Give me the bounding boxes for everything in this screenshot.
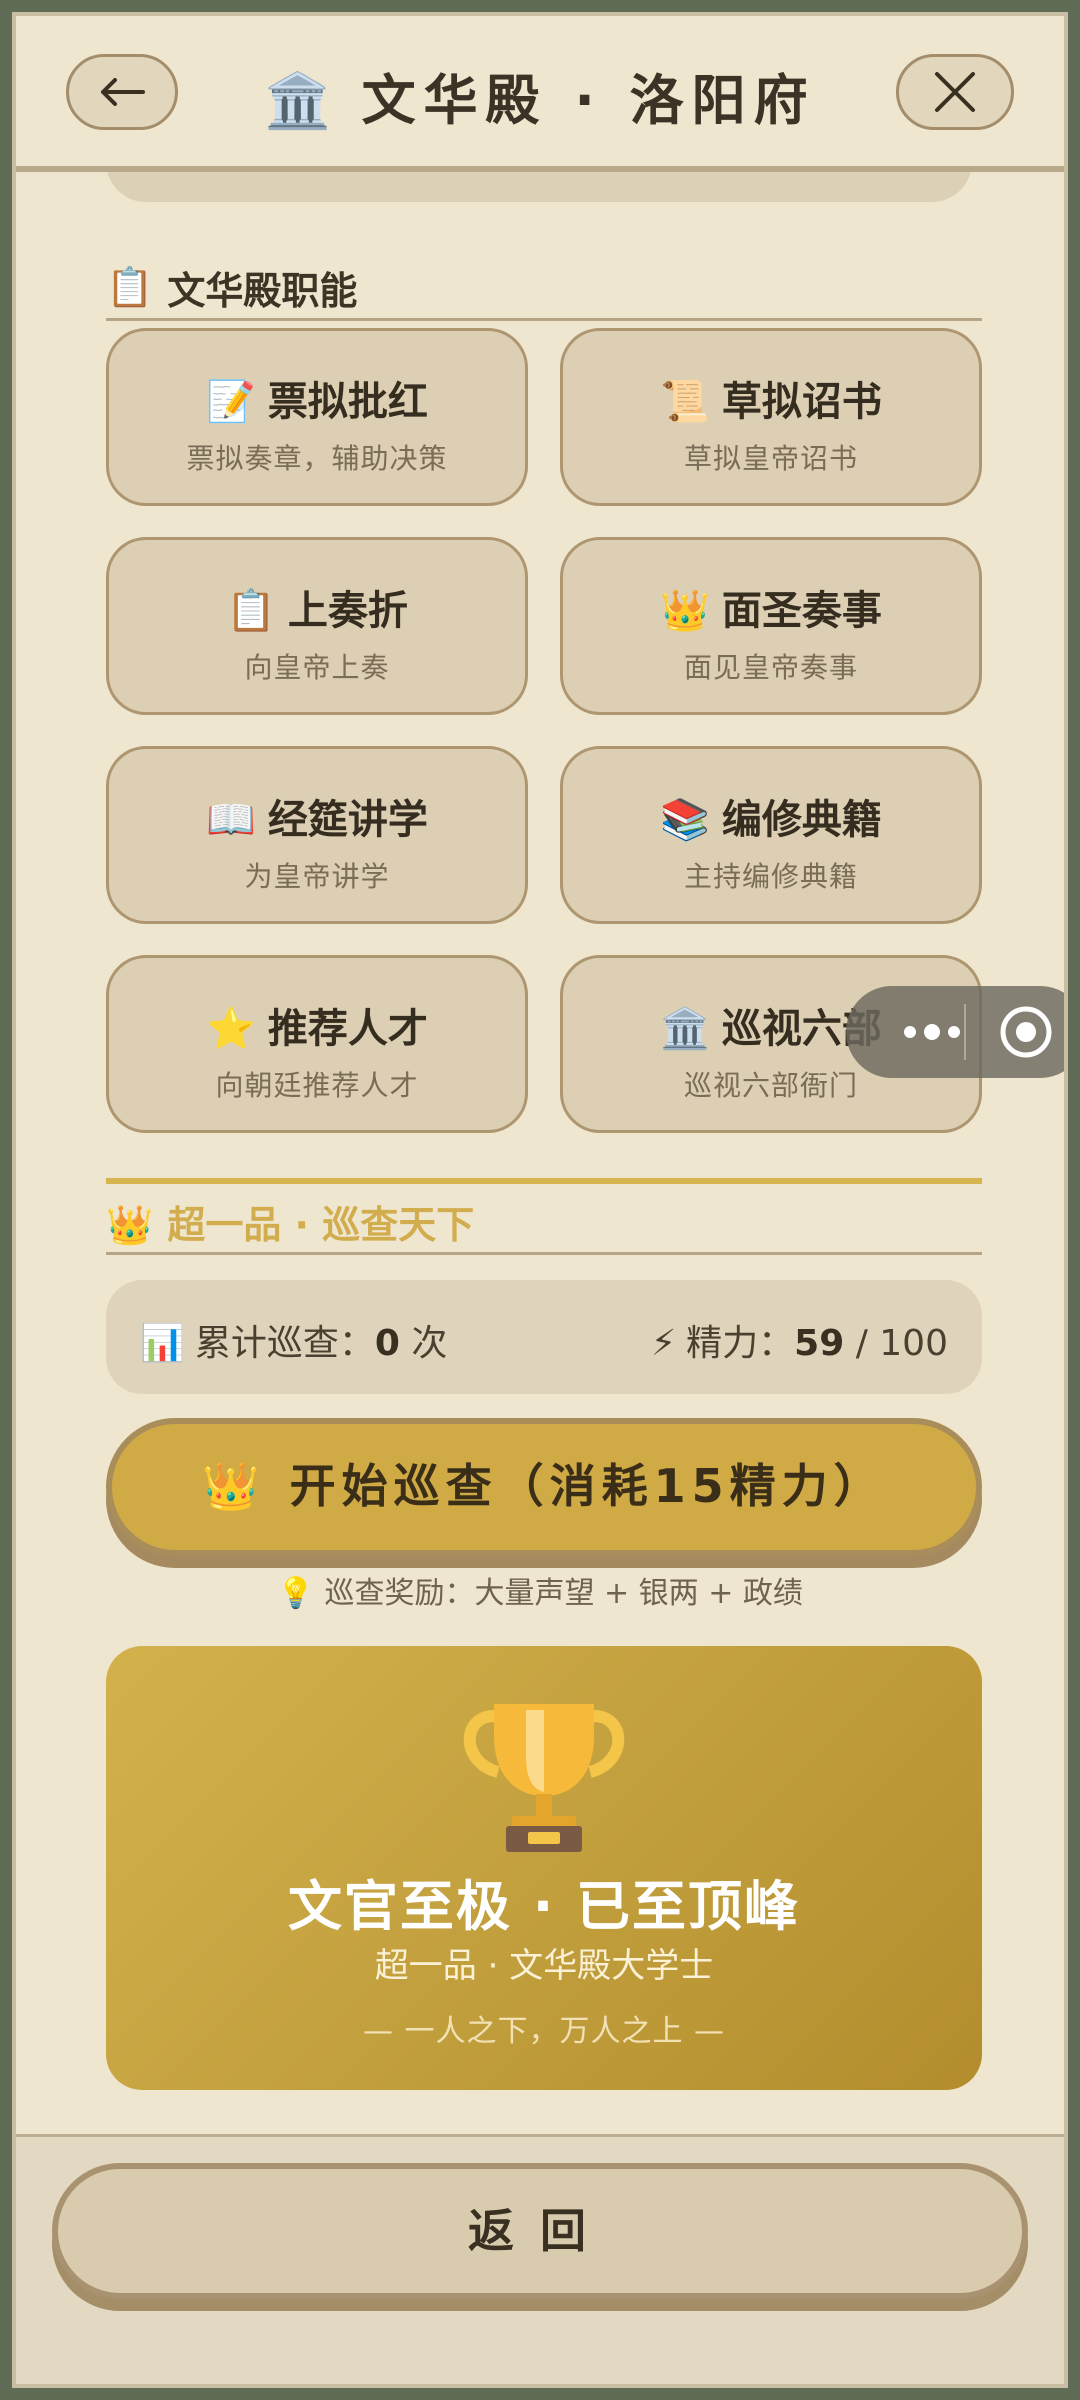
peak-rank-card: 文官至极 · 已至顶峰 超一品 · 文华殿大学士 — 一人之下，万人之上 — (106, 1646, 982, 2090)
inspection-divider (106, 1252, 982, 1255)
function-card-submit-memorial[interactable]: 📋 上奏折 向皇帝上奏 (106, 537, 528, 715)
more-button[interactable] (880, 986, 984, 1078)
function-name: 上奏折 (287, 588, 408, 634)
scroll-icon: 📜 (660, 379, 710, 425)
start-inspection-label: 开始巡查（消耗15精力） (289, 1459, 886, 1513)
crown-icon: 👑 (202, 1459, 266, 1513)
function-desc: 面见皇帝奏事 (683, 651, 858, 684)
content-scroll[interactable]: 📋 文华殿职能 📝 票拟批红 票拟奏章，辅助决策 📜 草拟诏书 草拟皇帝诏书 📋 上奏折… (16, 172, 1064, 2142)
function-desc: 向朝廷推荐人才 (215, 1069, 419, 1102)
inspection-count: 📊 累计巡查：0 次 (140, 1323, 448, 1364)
function-name: 经筵讲学 (267, 797, 428, 843)
function-desc: 主持编修典籍 (683, 860, 858, 893)
capsule-divider (964, 1004, 966, 1060)
gold-divider (106, 1178, 982, 1184)
function-card-recommend-talent[interactable]: ⭐ 推荐人才 向朝廷推荐人才 (106, 955, 528, 1133)
star-icon: ⭐ (206, 1006, 256, 1052)
function-desc: 为皇帝讲学 (244, 860, 390, 893)
section-title: 📋 文华殿职能 (106, 260, 982, 315)
section-title-text: 文华殿职能 (167, 269, 358, 313)
energy-status: ⚡ 精力：59 / 100 (650, 1323, 948, 1364)
start-inspection-button[interactable]: 👑 开始巡查（消耗15精力） (106, 1418, 982, 1556)
energy-value: 59 (794, 1323, 845, 1364)
inspection-title: 👑 超一品 · 巡查天下 (106, 1194, 474, 1249)
function-card-audience[interactable]: 👑 面圣奏事 面见皇帝奏事 (560, 537, 982, 715)
function-desc: 向皇帝上奏 (244, 651, 390, 684)
memo-icon: 📝 (206, 379, 256, 425)
books-icon: 📚 (660, 797, 710, 843)
function-name: 草拟诏书 (721, 379, 882, 425)
close-button[interactable] (896, 54, 1014, 130)
lightning-icon: ⚡ (650, 1323, 677, 1364)
clipboard-icon: 📋 (106, 265, 154, 309)
function-name: 票拟批红 (267, 379, 428, 425)
previous-card-edge (106, 172, 972, 202)
app-frame: 🏛️ 文华殿 · 洛阳府 📋 文华殿职能 📝 票拟批红 票拟奏章，辅助决策 📜 草拟诏书… (12, 12, 1068, 2388)
peak-title: 文官至极 · 已至顶峰 (287, 1875, 801, 1938)
footer-bar: 返回 (16, 2134, 1064, 2384)
function-card-draft-edict[interactable]: 📜 草拟诏书 草拟皇帝诏书 (560, 328, 982, 506)
function-desc: 票拟奏章，辅助决策 (186, 442, 448, 475)
trophy-icon (463, 1704, 625, 1852)
open-book-icon: 📖 (206, 797, 256, 843)
mini-program-capsule (846, 986, 1064, 1078)
close-icon (935, 72, 975, 112)
header-bar: 🏛️ 文华殿 · 洛阳府 (16, 16, 1064, 172)
clipboard-icon: 📋 (226, 588, 276, 634)
inspection-stats: 📊 累计巡查：0 次 ⚡ 精力：59 / 100 (106, 1280, 982, 1394)
light-bulb-icon: 💡 (277, 1576, 315, 1611)
function-name: 编修典籍 (721, 797, 882, 843)
building-icon: 🏛️ (264, 69, 340, 132)
function-name: 推荐人才 (267, 1006, 428, 1052)
crown-icon: 👑 (660, 588, 710, 634)
peak-motto: — 一人之下，万人之上 — (362, 2014, 726, 2049)
function-name: 面圣奏事 (721, 588, 882, 634)
crown-icon: 👑 (106, 1203, 154, 1247)
function-card-draft-memorial[interactable]: 📝 票拟批红 票拟奏章，辅助决策 (106, 328, 528, 506)
inspection-title-text: 超一品 · 巡查天下 (167, 1203, 475, 1247)
function-card-compile-books[interactable]: 📚 编修典籍 主持编修典籍 (560, 746, 982, 924)
reward-hint: 💡 巡查奖励：大量声望 + 银两 + 政绩 (16, 1568, 1064, 1612)
section-divider (106, 318, 982, 321)
reward-hint-text: 巡查奖励：大量声望 + 银两 + 政绩 (324, 1576, 803, 1611)
page-title-text: 文华殿 · 洛阳府 (361, 69, 816, 132)
function-desc: 草拟皇帝诏书 (683, 442, 858, 475)
more-dots-icon (904, 1024, 960, 1040)
return-button[interactable]: 返回 (52, 2163, 1028, 2299)
close-target-icon[interactable] (998, 1004, 1054, 1060)
function-card-lecture[interactable]: 📖 经筵讲学 为皇帝讲学 (106, 746, 528, 924)
bar-chart-icon: 📊 (140, 1323, 185, 1364)
energy-max: / 100 (855, 1323, 948, 1364)
peak-subtitle: 超一品 · 文华殿大学士 (374, 1946, 714, 1986)
building-icon: 🏛️ (660, 1006, 710, 1052)
inspection-count-value: 0 (374, 1323, 400, 1364)
